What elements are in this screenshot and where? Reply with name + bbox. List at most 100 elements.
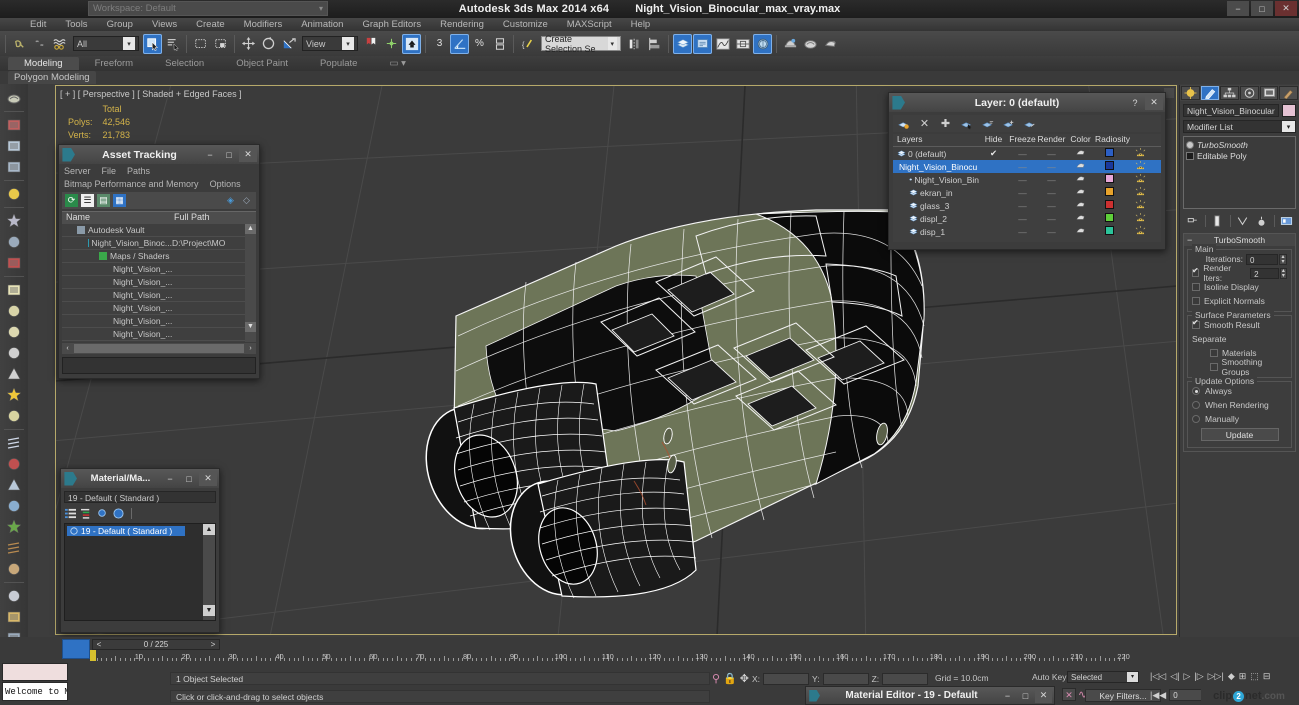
maxscript-mini-listener-input[interactable]: Welcome to M bbox=[2, 682, 68, 701]
align-icon[interactable] bbox=[645, 34, 664, 54]
material-editor-titlebar[interactable]: Material Editor - 19 - Default − □ ✕ bbox=[806, 687, 1054, 704]
layer-render-toggle[interactable] bbox=[1066, 226, 1095, 237]
layer-row[interactable]: Night_Vision_Bin — — bbox=[893, 173, 1161, 186]
keyframe-icon[interactable]: ⚲ bbox=[712, 672, 720, 685]
show-end-result-icon[interactable] bbox=[1211, 214, 1225, 228]
material-list-scrollbar[interactable]: ▲ ▼ bbox=[203, 524, 215, 620]
menu-bar[interactable]: Edit Tools Group Views Create Modifiers Animat… bbox=[0, 18, 1299, 31]
turbosmooth-rollup[interactable]: − TurboSmooth Main Iterations: 0 ▴▾ Rend… bbox=[1183, 233, 1296, 452]
grass-icon[interactable] bbox=[3, 517, 25, 537]
z-field[interactable] bbox=[882, 672, 929, 685]
update-when-rendering-row[interactable]: When Rendering bbox=[1192, 399, 1287, 411]
select-by-name-icon[interactable] bbox=[163, 34, 182, 54]
layer-freeze-toggle[interactable]: — bbox=[1037, 175, 1066, 185]
pin-stack-icon[interactable] bbox=[1186, 214, 1200, 228]
list-layout-icon[interactable] bbox=[64, 507, 76, 519]
ribbon-tab-populate[interactable]: Populate bbox=[304, 57, 374, 70]
sun-icon[interactable] bbox=[3, 385, 25, 405]
current-frame-icon[interactable]: |◀◀ bbox=[1150, 690, 1166, 701]
update-when-rendering-radio[interactable] bbox=[1192, 401, 1200, 409]
make-unique-icon[interactable] bbox=[1236, 214, 1250, 228]
menu-item-help[interactable]: Help bbox=[631, 19, 651, 30]
tab-utilities[interactable] bbox=[1279, 86, 1299, 100]
expand-icon[interactable] bbox=[1186, 151, 1194, 160]
menu-item-modifiers[interactable]: Modifiers bbox=[244, 19, 283, 30]
ribbon-tab-modeling[interactable]: Modeling bbox=[8, 57, 79, 70]
chevron-down-icon[interactable]: ▾ bbox=[342, 37, 354, 50]
asset-row[interactable]: Night_Vision_... bbox=[62, 302, 256, 315]
coordinate-controls[interactable]: ⚲ 🔒 ✥ X: Y: Z: bbox=[712, 672, 929, 685]
modifier-stack-item[interactable]: Editable Poly bbox=[1186, 150, 1293, 161]
smoothing-groups-row[interactable]: Smoothing Groups bbox=[1192, 357, 1287, 377]
material-library-icon[interactable] bbox=[3, 607, 25, 627]
select-and-scale-icon[interactable] bbox=[279, 34, 298, 54]
sphere-icon[interactable] bbox=[3, 301, 25, 321]
thumbnail-view-icon[interactable]: ▤ bbox=[97, 194, 110, 207]
go-to-start-icon[interactable]: |◁◁ bbox=[1150, 671, 1166, 682]
material-map-browser-dialog[interactable]: Material/Ma... − □ ✕ 19 - Default ( Stan… bbox=[60, 468, 220, 633]
render-iters-row[interactable]: Render Iters: 2 ▴▾ bbox=[1192, 263, 1287, 283]
set-key-button[interactable]: ✕ bbox=[1062, 688, 1076, 701]
chevron-down-icon[interactable]: ▾ bbox=[1127, 672, 1138, 682]
x-field[interactable] bbox=[763, 672, 810, 685]
create-new-layer-icon[interactable] bbox=[897, 117, 910, 130]
key-mode-toggle-icon[interactable]: ◆ bbox=[1228, 671, 1235, 682]
go-to-end-icon[interactable]: ▷▷| bbox=[1208, 671, 1224, 682]
material-editor-window[interactable]: Material Editor - 19 - Default − □ ✕ bbox=[805, 686, 1055, 705]
angle-snap-toggle-icon[interactable] bbox=[450, 33, 469, 54]
add-selected-objects-to-layer-icon[interactable] bbox=[1002, 117, 1015, 130]
zoom-extents-icon[interactable]: ⊞ bbox=[1239, 671, 1247, 682]
layer-dialog-titlebar[interactable]: Layer: 0 (default) ? ✕ bbox=[889, 93, 1165, 112]
rope-icon[interactable] bbox=[3, 559, 25, 579]
layer-toolbar[interactable]: ✕ ✚ bbox=[893, 115, 1161, 132]
maximize-button[interactable]: □ bbox=[220, 147, 238, 162]
layer-row[interactable]: ekran_in — — bbox=[893, 186, 1161, 199]
layer-color-swatch[interactable] bbox=[1095, 200, 1124, 211]
vault-settings-icon[interactable]: ◇ bbox=[240, 194, 253, 207]
layer-hide-toggle[interactable]: — bbox=[1008, 149, 1037, 159]
light-bulb-icon[interactable] bbox=[3, 184, 25, 204]
command-panel-tabs[interactable] bbox=[1180, 85, 1299, 101]
field-of-view-icon[interactable]: ⬚ bbox=[1250, 671, 1259, 682]
layer-hide-toggle[interactable]: — bbox=[1008, 201, 1037, 211]
tab-modify[interactable] bbox=[1200, 86, 1220, 100]
maximize-button[interactable]: □ bbox=[180, 471, 198, 486]
layer-render-toggle[interactable] bbox=[1066, 200, 1095, 211]
next-frame-icon[interactable]: > bbox=[207, 640, 219, 649]
maximize-button[interactable]: □ bbox=[1017, 689, 1034, 703]
tab-motion[interactable] bbox=[1240, 86, 1259, 100]
menu-item-graph-editors[interactable]: Graph Editors bbox=[362, 19, 421, 30]
explicit-normals-row[interactable]: Explicit Normals bbox=[1192, 295, 1287, 307]
maxscript-mini-listener-output[interactable] bbox=[2, 663, 68, 681]
menu-item-customize[interactable]: Customize bbox=[503, 19, 548, 30]
asset-row[interactable]: Night_Vision_... bbox=[62, 289, 256, 302]
isoline-display-checkbox[interactable] bbox=[1192, 283, 1200, 291]
spinner-arrows-icon[interactable]: ▴ ▾ bbox=[1279, 253, 1287, 265]
snaps-toggle-icon[interactable] bbox=[402, 33, 421, 54]
hemisphere-icon[interactable] bbox=[3, 406, 25, 426]
edit-named-selection-sets-icon[interactable]: { bbox=[518, 34, 537, 54]
asset-tracking-list[interactable]: ▲ ▼ Autodesk Vault Night_Vision_Binoc... D… bbox=[62, 224, 256, 342]
render-region-icon[interactable] bbox=[3, 136, 25, 156]
layer-color-swatch[interactable] bbox=[1095, 161, 1124, 172]
modifier-stack-buttons[interactable] bbox=[1183, 212, 1296, 229]
layer-manager-dialog[interactable]: Layer: 0 (default) ? ✕ ✕ ✚ Layers Hide Fre… bbox=[888, 92, 1166, 250]
vault-connect-icon[interactable]: ◈ bbox=[224, 194, 237, 207]
minimize-button[interactable]: − bbox=[1227, 1, 1249, 16]
command-panel[interactable]: Night_Vision_Binocular Modifier List ▾ T… bbox=[1179, 85, 1299, 645]
render-iters-checkbox[interactable] bbox=[1192, 266, 1200, 277]
menu-item-animation[interactable]: Animation bbox=[301, 19, 343, 30]
layer-freeze-toggle[interactable]: — bbox=[1037, 227, 1066, 237]
hair-icon[interactable] bbox=[3, 433, 25, 453]
cone-icon[interactable] bbox=[3, 364, 25, 384]
selection-filter-combo[interactable]: All ▾ bbox=[73, 36, 139, 51]
timeline-ruler[interactable]: 10 20 30 40 50 60 70 80 90 100 110 120 130 140 150 160 1… bbox=[92, 650, 1147, 661]
spline-icon[interactable] bbox=[3, 475, 25, 495]
maximize-button[interactable]: □ bbox=[1251, 1, 1273, 16]
time-configuration-button[interactable] bbox=[62, 639, 90, 659]
scroll-down-icon[interactable]: ▼ bbox=[203, 605, 215, 616]
tab-hierarchy[interactable] bbox=[1220, 86, 1240, 100]
ribbon-tab-freeform[interactable]: Freeform bbox=[79, 57, 150, 70]
menu-item-tools[interactable]: Tools bbox=[65, 19, 87, 30]
material-browser-window-controls[interactable]: − □ ✕ bbox=[161, 471, 217, 486]
